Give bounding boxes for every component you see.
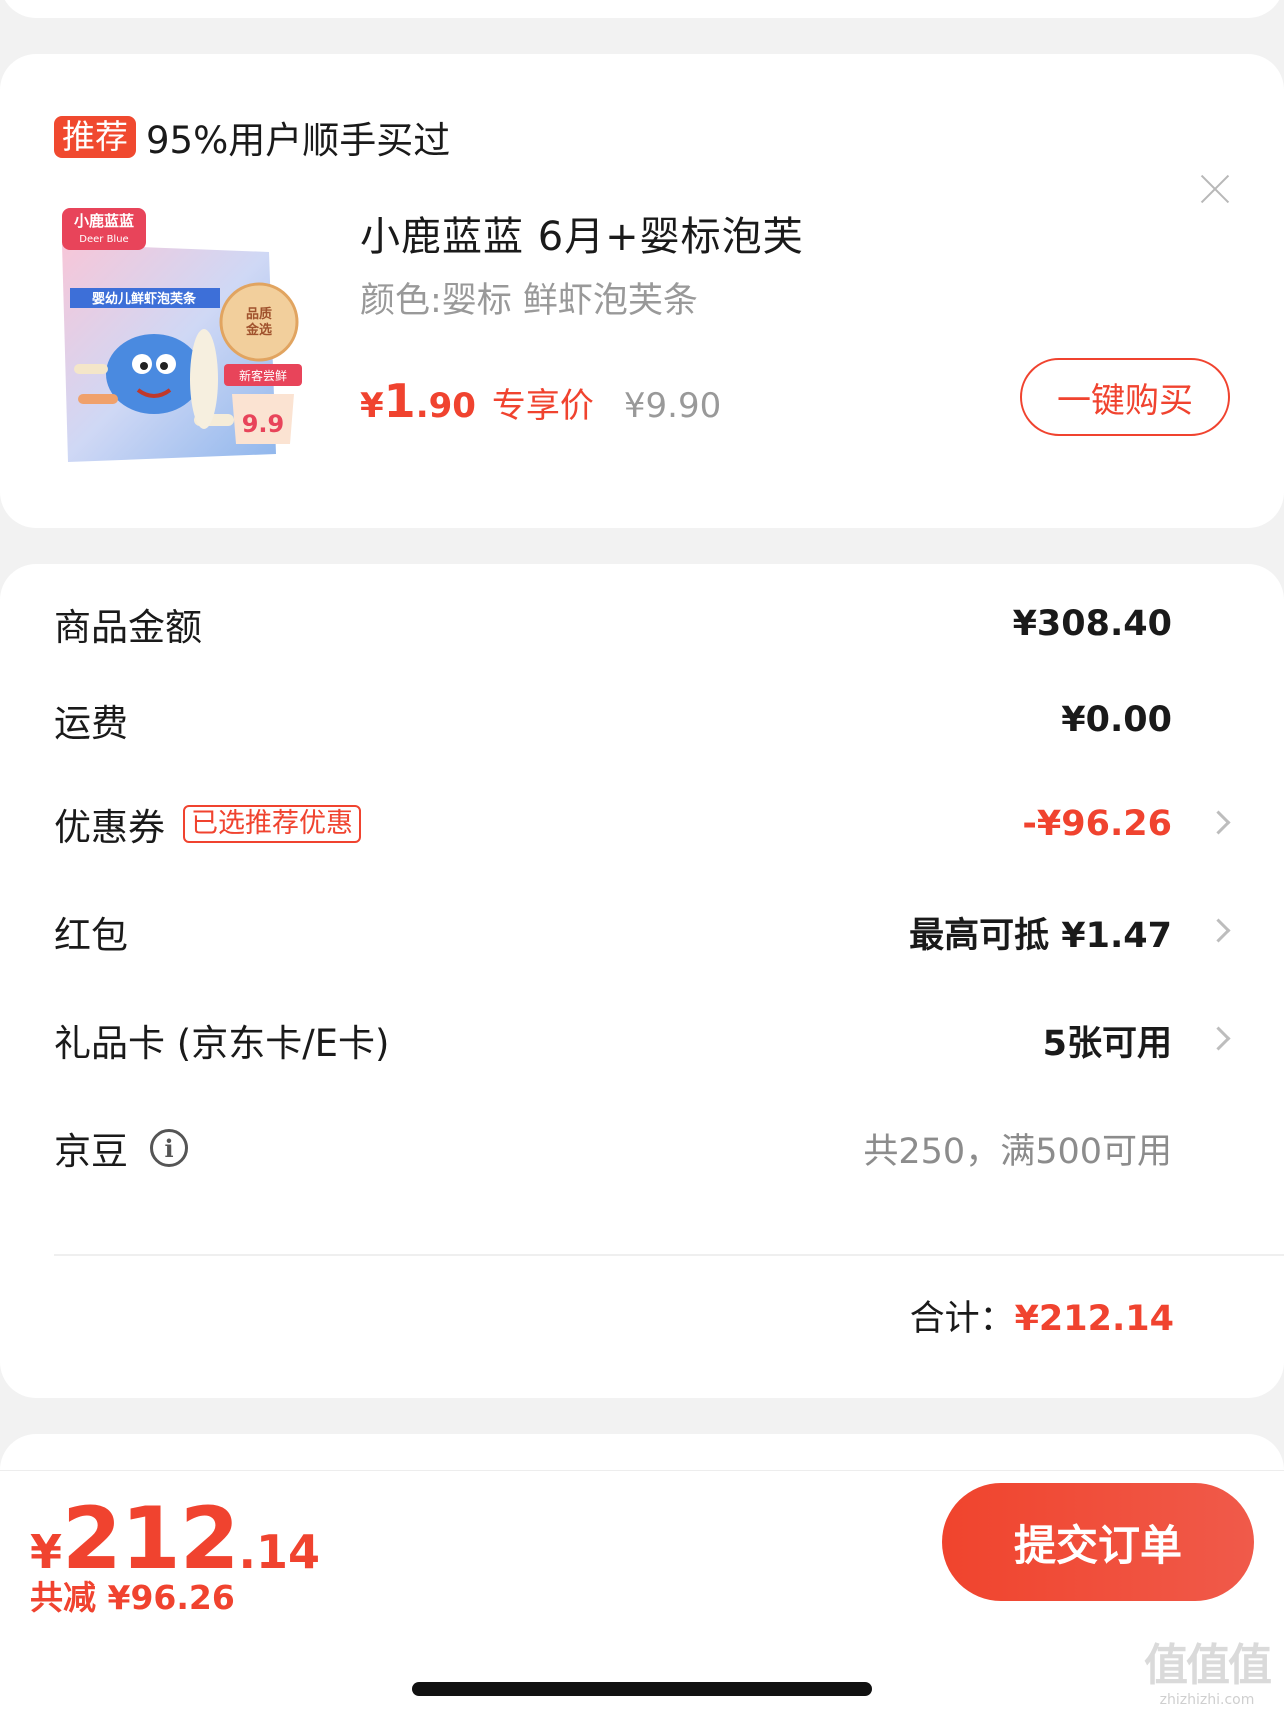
chevron-right-icon xyxy=(1210,920,1234,944)
product-name[interactable]: 小鹿蓝蓝 6月+婴标泡芙 xyxy=(360,204,804,262)
svg-text:金选: 金选 xyxy=(245,322,272,338)
home-indicator[interactable] xyxy=(412,1682,872,1696)
row-gift-card[interactable]: 礼品卡 (京东卡/E卡) 5张可用 xyxy=(54,1010,1234,1070)
row-label: 商品金额 xyxy=(54,606,202,649)
price-summary-card: 商品金额 ¥308.40 运费 ¥0.00 优惠券 已选推荐优惠 -¥96.26… xyxy=(0,564,1284,1398)
row-label: 京豆 xyxy=(54,1130,128,1173)
chevron-right-icon xyxy=(1210,812,1234,836)
row-label: 优惠券 xyxy=(54,806,165,849)
watermark-logo: 值值值 xyxy=(1144,1640,1272,1691)
previous-card-edge xyxy=(0,0,1284,18)
chevron-right-icon xyxy=(1210,1028,1234,1052)
svg-text:9.9: 9.9 xyxy=(242,410,285,438)
svg-text:Deer Blue: Deer Blue xyxy=(79,234,128,245)
row-value: 最高可抵 ¥1.47 xyxy=(909,915,1172,956)
summary-total: 合计： ¥212.14 xyxy=(910,1290,1174,1341)
total-value: ¥212.14 xyxy=(1014,1299,1174,1339)
product-image[interactable]: 小鹿蓝蓝 Deer Blue 婴幼儿鲜虾泡芙条 品质 金选 新客尝鲜 9.9 xyxy=(54,204,324,474)
svg-text:婴幼儿鲜虾泡芙条: 婴幼儿鲜虾泡芙条 xyxy=(92,291,197,307)
product-price-row: ¥ 1 .90 专享价 ¥9.90 xyxy=(360,374,721,428)
product-package-image: 小鹿蓝蓝 Deer Blue 婴幼儿鲜虾泡芙条 品质 金选 新客尝鲜 9.9 xyxy=(54,204,324,474)
row-label: 红包 xyxy=(54,914,128,957)
coupon-selected-tag: 已选推荐优惠 xyxy=(183,805,361,843)
row-jd-beans: 京豆 i 共250，满500可用 xyxy=(54,1118,1234,1178)
order-confirm-page: 推荐 95%用户顺手买过 小鹿蓝蓝 Deer Blue 婴幼儿鲜虾泡芙条 品质 … xyxy=(0,0,1284,1722)
row-value: 5张可用 xyxy=(1042,1023,1172,1064)
row-label: 礼品卡 (京东卡/E卡) xyxy=(54,1022,390,1065)
row-goods-amount: 商品金额 ¥308.40 xyxy=(54,594,1234,654)
svg-text:新客尝鲜: 新客尝鲜 xyxy=(239,368,287,383)
recommend-header: 推荐 95%用户顺手买过 xyxy=(54,110,450,164)
row-red-packet[interactable]: 红包 最高可抵 ¥1.47 xyxy=(54,902,1234,962)
price-currency: ¥ xyxy=(360,386,384,426)
watermark-site: zhizhizhi.com xyxy=(1159,1692,1255,1708)
row-value: ¥0.00 xyxy=(1061,700,1172,740)
recommend-title: 95%用户顺手买过 xyxy=(146,119,451,162)
price-integer: 1 xyxy=(383,374,416,428)
info-icon[interactable]: i xyxy=(150,1129,188,1167)
svg-text:小鹿蓝蓝: 小鹿蓝蓝 xyxy=(74,212,134,230)
svg-text:品质: 品质 xyxy=(246,306,272,322)
product-spec: 颜色:婴标 鲜虾泡芙条 xyxy=(360,281,698,321)
row-coupon[interactable]: 优惠券 已选推荐优惠 -¥96.26 xyxy=(54,794,1234,854)
watermark: 值值值 zhizhizhi.com xyxy=(1134,1640,1280,1720)
recommend-badge: 推荐 xyxy=(54,116,136,158)
total-label: 合计： xyxy=(909,1299,1015,1339)
saved-amount: 共减 ¥96.26 xyxy=(30,1578,235,1617)
price-decimal: .90 xyxy=(415,386,476,426)
close-icon[interactable] xyxy=(1200,174,1230,204)
divider xyxy=(54,1254,1284,1256)
pay-decimal: .14 xyxy=(238,1525,321,1579)
row-value: ¥308.40 xyxy=(1012,604,1172,644)
recommend-card: 推荐 95%用户顺手买过 小鹿蓝蓝 Deer Blue 婴幼儿鲜虾泡芙条 品质 … xyxy=(0,54,1284,528)
original-price: ¥9.90 xyxy=(623,386,722,426)
submit-order-button[interactable]: 提交订单 xyxy=(942,1483,1254,1601)
row-shipping: 运费 ¥0.00 xyxy=(54,690,1234,750)
price-tag: 专享价 xyxy=(491,386,594,426)
row-value: 共250，满500可用 xyxy=(863,1131,1172,1172)
row-label: 运费 xyxy=(54,702,128,745)
row-value: -¥96.26 xyxy=(1022,804,1172,844)
one-click-buy-button[interactable]: 一键购买 xyxy=(1020,358,1230,436)
